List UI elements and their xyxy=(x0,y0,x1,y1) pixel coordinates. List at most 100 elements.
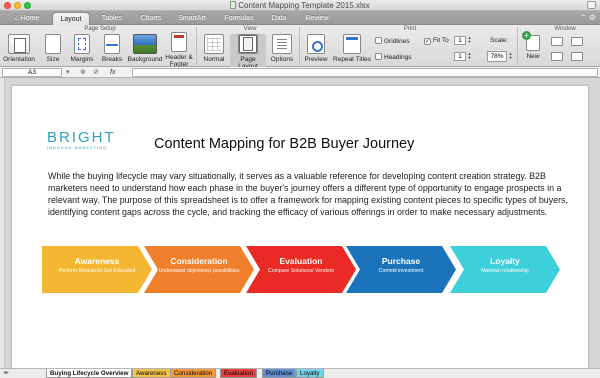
stage-arrow-evaluation: Evaluation Compare Solutions/ Vendors xyxy=(246,246,356,293)
headings-label: Headings xyxy=(384,54,412,61)
sheet-tab-awareness[interactable]: Awareness xyxy=(132,369,171,378)
group-separator xyxy=(517,27,518,65)
tab-charts[interactable]: Charts xyxy=(134,12,168,25)
formula-input[interactable] xyxy=(132,68,598,77)
logo-tagline: INBOUND MARKETING xyxy=(47,145,108,150)
page[interactable]: BRIGHT INBOUND MARKETING Content Mapping… xyxy=(12,86,588,368)
preview-label: Preview xyxy=(304,56,328,63)
breaks-button[interactable]: Breaks xyxy=(99,34,125,63)
gridlines-checkbox[interactable]: Gridlines xyxy=(375,37,410,45)
toolbar-toggle-button[interactable] xyxy=(587,1,596,9)
orientation-button[interactable]: Orientation xyxy=(2,34,36,63)
page-layout-icon xyxy=(238,34,258,54)
stage-subtitle: Perform Research/ Get Educated xyxy=(58,268,136,274)
size-label: Size xyxy=(46,56,60,63)
margins-button[interactable]: Margins xyxy=(68,34,96,63)
options-button[interactable]: Options xyxy=(268,34,296,63)
fit-height-stepper-icon[interactable]: ▲ ▼ xyxy=(467,52,472,61)
options-icon xyxy=(272,34,292,54)
stage-title: Consideration xyxy=(170,256,228,266)
new-window-button[interactable]: New xyxy=(521,31,545,60)
freeze-panes-icon[interactable] xyxy=(571,37,583,46)
preview-icon xyxy=(307,34,325,54)
scale-label: Scale: xyxy=(490,37,509,44)
title-bar: Content Mapping Template 2015.xlsx xyxy=(0,0,600,11)
stage-subtitle: Maintain relationship xyxy=(481,268,529,274)
ribbon-layout: Page Setup Orientation Size Margins Brea… xyxy=(0,25,600,70)
checkbox-box xyxy=(375,53,382,60)
excel-document-icon xyxy=(230,1,237,9)
checkmark-icon: ✓ xyxy=(424,38,431,45)
tab-review[interactable]: Review xyxy=(298,12,336,25)
tab-formulas[interactable]: Formulas xyxy=(218,12,260,25)
name-box-dropdown-icon[interactable]: ▾ xyxy=(66,68,70,77)
margins-label: Margins xyxy=(70,56,94,63)
headings-checkbox[interactable]: Headings xyxy=(375,53,411,61)
group-page-setup-title: Page Setup xyxy=(84,26,116,32)
size-button[interactable]: Size xyxy=(40,34,66,63)
scale-stepper-icon[interactable]: ▲ ▼ xyxy=(508,52,513,61)
sheet-tab-loyalty[interactable]: Loyalty xyxy=(296,369,324,378)
stage-title: Evaluation xyxy=(279,256,323,266)
fit-to-checkbox[interactable]: ✓ Fit To xyxy=(424,37,449,45)
size-icon xyxy=(45,34,61,54)
page-layout-view-button[interactable]: Page Layout xyxy=(230,34,266,70)
enter-icon[interactable]: ⊘ xyxy=(93,68,99,77)
repeat-titles-button[interactable]: Repeat Titles xyxy=(332,34,372,63)
split-icon[interactable] xyxy=(551,52,563,61)
cancel-icon[interactable]: ⊗ xyxy=(80,68,86,77)
stage-title: Purchase xyxy=(381,256,421,266)
home-icon: ⌂ xyxy=(14,15,19,22)
window-list-icon[interactable] xyxy=(571,52,583,61)
gridlines-label: Gridlines xyxy=(384,38,410,45)
formula-bar: A3 ▾ ⊗ ⊘ fx xyxy=(0,67,600,78)
arrange-icon[interactable] xyxy=(551,37,563,46)
tab-smartart[interactable]: SmartArt xyxy=(172,12,212,25)
group-window-title: Window xyxy=(554,26,576,32)
tab-tables[interactable]: Tables xyxy=(94,12,130,25)
sheet-tab-purchase[interactable]: Purchase xyxy=(262,369,297,378)
fit-height-field[interactable]: 1 xyxy=(454,52,466,61)
tab-layout[interactable]: Layout xyxy=(52,12,90,25)
sheet-tab-evaluation[interactable]: Evaluation xyxy=(220,369,257,378)
tab-home-label: Home xyxy=(20,15,40,22)
margins-icon xyxy=(74,34,90,54)
stage-arrow-loyalty: Loyalty Maintain relationship xyxy=(450,246,560,293)
group-separator xyxy=(299,27,300,65)
breaks-label: Breaks xyxy=(101,56,123,63)
fit-width-stepper-icon[interactable]: ▲ ▼ xyxy=(467,36,472,45)
stage-subtitle: Commit investment xyxy=(378,268,424,274)
function-icon[interactable]: fx xyxy=(110,68,115,77)
repeat-titles-label: Repeat Titles xyxy=(333,56,371,63)
window-title-label: Content Mapping Template 2015.xlsx xyxy=(238,1,370,10)
new-window-label: New xyxy=(526,53,540,60)
background-label: Background xyxy=(127,56,163,63)
normal-view-button[interactable]: Normal xyxy=(200,34,228,63)
repeat-titles-icon xyxy=(343,34,361,54)
background-icon xyxy=(133,34,157,54)
preview-button[interactable]: Preview xyxy=(302,34,330,63)
sheet-tab-consideration[interactable]: Consideration xyxy=(170,369,217,378)
name-box[interactable]: A3 xyxy=(2,68,62,77)
group-separator xyxy=(196,27,197,65)
tab-data[interactable]: Data xyxy=(265,12,293,25)
tab-home[interactable]: ⌂ Home xyxy=(6,12,48,25)
orientation-icon xyxy=(8,34,30,54)
document-title: Content Mapping for B2B Buyer Journey xyxy=(154,136,415,152)
header-footer-button[interactable]: Header & Footer xyxy=(165,32,193,68)
header-footer-icon xyxy=(171,32,187,52)
sheet-nav-arrows-icon[interactable]: ◂▸ xyxy=(3,369,9,378)
stage-title: Awareness xyxy=(74,256,120,266)
breaks-icon xyxy=(104,34,120,54)
group-view-title: View xyxy=(243,26,257,32)
vertical-ruler xyxy=(0,78,5,368)
fit-width-field[interactable]: 1 xyxy=(454,36,466,45)
sheet-tab-buying-lifecycle-overview[interactable]: Buying Lifecycle Overview xyxy=(46,369,133,378)
fit-to-label: Fit To xyxy=(433,37,449,44)
worksheet-area[interactable]: BRIGHT INBOUND MARKETING Content Mapping… xyxy=(0,78,600,368)
scale-field[interactable]: 78% xyxy=(487,51,507,62)
background-button[interactable]: Background xyxy=(127,34,163,63)
orientation-label: Orientation xyxy=(3,56,35,63)
ribbon-options-icons[interactable]: ⌃ ⚙ xyxy=(580,13,596,22)
sheet-tab-bar: ◂▸ Buying Lifecycle Overview Awareness Con… xyxy=(0,368,600,378)
